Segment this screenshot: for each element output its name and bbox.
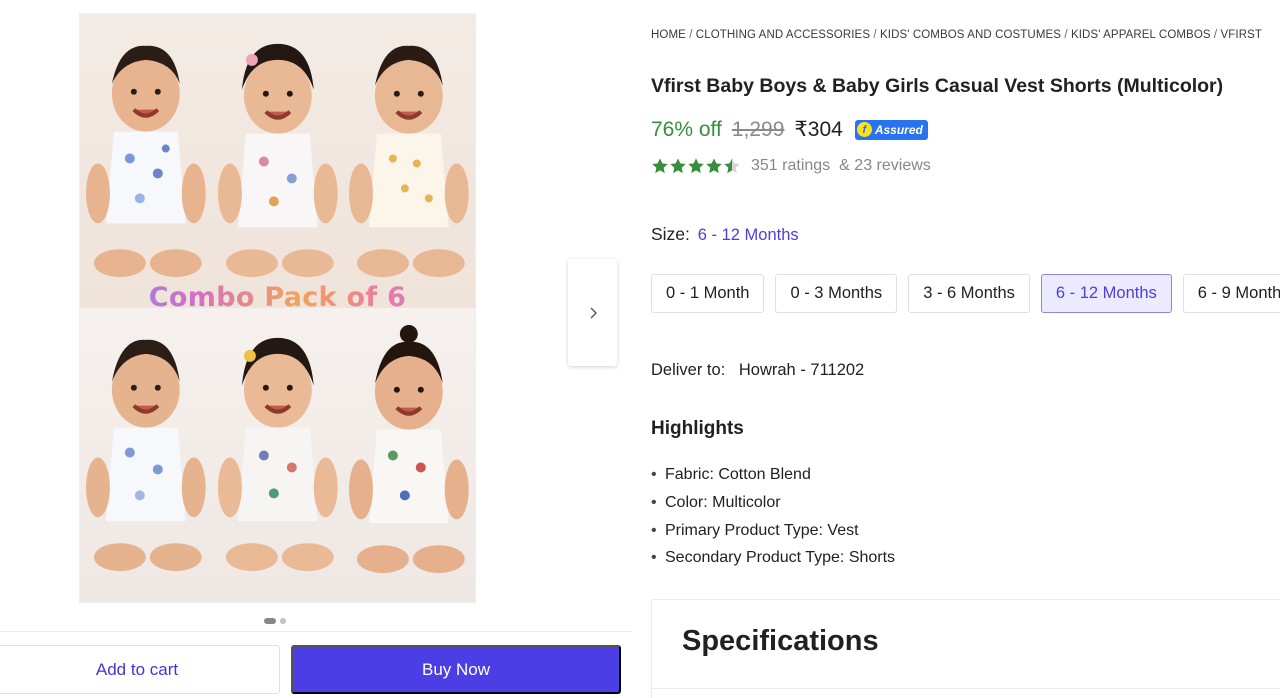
product-gallery: Combo Pack of 6 Add to cart Buy Now bbox=[0, 0, 632, 698]
selling-price: ₹304 bbox=[794, 118, 843, 141]
assured-badge[interactable]: f Assured bbox=[854, 119, 928, 140]
highlights-list: Fabric: Cotton Blend Color: Multicolor P… bbox=[651, 461, 895, 572]
size-option[interactable]: 3 - 6 Months bbox=[908, 274, 1030, 313]
size-options: 0 - 1 Month 0 - 3 Months 3 - 6 Months 6 … bbox=[651, 274, 1280, 313]
breadcrumb-clothing[interactable]: CLOTHING AND ACCESSORIES bbox=[696, 29, 870, 41]
highlight-item: Primary Product Type: Vest bbox=[651, 517, 895, 545]
baby-photo-5 bbox=[211, 308, 344, 602]
breadcrumb-apparel-combos[interactable]: KIDS' APPAREL COMBOS bbox=[1071, 29, 1211, 41]
size-label: Size: bbox=[651, 224, 690, 244]
chevron-right-icon bbox=[590, 307, 597, 318]
deliver-to-label: Deliver to: bbox=[651, 361, 726, 379]
product-details: HOME / CLOTHING AND ACCESSORIES / KIDS' … bbox=[651, 0, 1280, 698]
assured-logo-icon: f bbox=[856, 122, 872, 137]
breadcrumb-kids-combos[interactable]: KIDS' COMBOS AND COSTUMES bbox=[880, 29, 1061, 41]
add-to-cart-button[interactable]: Add to cart bbox=[0, 645, 280, 694]
highlight-item: Color: Multicolor bbox=[651, 489, 895, 517]
star-full-icon bbox=[688, 158, 704, 174]
product-image[interactable]: Combo Pack of 6 bbox=[79, 13, 476, 603]
baby-photo-1 bbox=[80, 14, 212, 308]
purchase-action-bar: Add to cart Buy Now bbox=[0, 631, 632, 698]
breadcrumb-separator: / bbox=[1210, 29, 1221, 41]
specifications-title[interactable]: Specifications bbox=[682, 625, 879, 658]
size-heading: Size: 6 - 12 Months bbox=[651, 224, 799, 245]
carousel-dot-active[interactable] bbox=[264, 618, 276, 624]
breadcrumb-separator: / bbox=[685, 29, 696, 41]
baby-photo-6 bbox=[343, 308, 475, 602]
divider bbox=[652, 688, 1280, 689]
delivery-location[interactable]: Deliver to: Howrah - 711202 bbox=[651, 361, 864, 380]
star-rating bbox=[651, 157, 741, 175]
specifications-section: Specifications bbox=[651, 599, 1280, 698]
carousel-dot[interactable] bbox=[280, 618, 286, 624]
size-option[interactable]: 0 - 1 Month bbox=[651, 274, 765, 313]
star-full-icon bbox=[706, 158, 722, 174]
product-title: Vfirst Baby Boys & Baby Girls Casual Ves… bbox=[651, 75, 1224, 97]
discount-percent: 76% off bbox=[651, 117, 722, 141]
rating-row[interactable]: 351 ratings & 23 reviews bbox=[651, 157, 931, 175]
selected-size: 6 - 12 Months bbox=[697, 226, 799, 244]
star-half-icon bbox=[724, 158, 740, 174]
ratings-count[interactable]: 351 ratings bbox=[751, 157, 830, 175]
star-full-icon bbox=[652, 158, 668, 174]
breadcrumb-home[interactable]: HOME bbox=[651, 29, 686, 41]
highlight-item: Secondary Product Type: Shorts bbox=[651, 544, 895, 572]
breadcrumb-brand[interactable]: VFIRST bbox=[1221, 29, 1263, 41]
baby-photo-2 bbox=[211, 14, 344, 308]
highlights-title: Highlights bbox=[651, 418, 744, 439]
size-option[interactable]: 6 - 9 Months bbox=[1182, 274, 1280, 313]
breadcrumb-separator: / bbox=[870, 29, 880, 41]
delivery-pincode[interactable]: Howrah - 711202 bbox=[739, 361, 864, 379]
baby-photo-4 bbox=[80, 308, 212, 602]
highlight-item: Fabric: Cotton Blend bbox=[651, 461, 895, 489]
assured-label: Assured bbox=[874, 122, 923, 137]
next-image-button[interactable] bbox=[568, 259, 617, 366]
baby-photo-3 bbox=[343, 14, 475, 308]
breadcrumb-separator: / bbox=[1061, 29, 1071, 41]
buy-now-button[interactable]: Buy Now bbox=[291, 645, 621, 694]
price-row: 76% off 1,299 ₹304 f Assured bbox=[651, 117, 928, 142]
image-carousel-dots bbox=[264, 618, 286, 624]
size-option-selected[interactable]: 6 - 12 Months bbox=[1040, 274, 1172, 313]
size-option[interactable]: 0 - 3 Months bbox=[775, 274, 898, 313]
breadcrumb: HOME / CLOTHING AND ACCESSORIES / KIDS' … bbox=[651, 29, 1262, 41]
original-price: 1,299 bbox=[731, 117, 785, 141]
image-caption: Combo Pack of 6 bbox=[80, 282, 475, 313]
star-full-icon bbox=[670, 158, 686, 174]
reviews-count[interactable]: & 23 reviews bbox=[839, 157, 931, 175]
